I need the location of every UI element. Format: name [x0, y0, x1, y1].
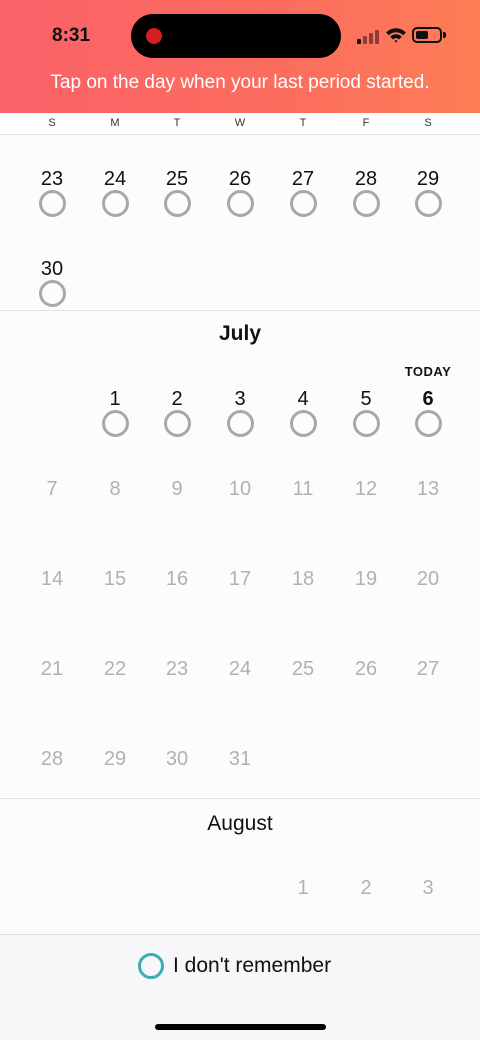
battery-icon	[412, 27, 442, 43]
month-divider	[0, 310, 480, 311]
battery-tip	[443, 32, 446, 38]
day-select-ring-icon[interactable]	[101, 410, 129, 437]
header-banner: 8:31 Tap on the day when your last perio…	[0, 0, 480, 113]
dynamic-island	[131, 14, 341, 58]
calendar-day: 2	[360, 877, 372, 899]
calendar-day[interactable]: 1	[90, 388, 140, 410]
day-select-ring-icon[interactable]	[163, 190, 191, 217]
month-divider	[0, 798, 480, 799]
calendar-day: 31	[228, 748, 252, 770]
today-label: TODAY	[404, 364, 452, 379]
calendar-day[interactable]: 28	[341, 168, 391, 190]
weekday-label: W	[234, 117, 246, 129]
cellular-signal-icon	[357, 28, 379, 44]
calendar-day: 28	[40, 748, 64, 770]
calendar-day: 12	[354, 478, 378, 500]
day-select-ring-icon[interactable]	[352, 190, 380, 217]
weekday-label: T	[173, 117, 181, 129]
calendar-day: 19	[354, 568, 378, 590]
calendar-day: 20	[416, 568, 440, 590]
status-time: 8:31	[52, 25, 91, 46]
calendar-day: 1	[297, 877, 309, 899]
calendar-day: 7	[46, 478, 58, 500]
calendar-day: 16	[165, 568, 189, 590]
recording-indicator-icon	[146, 28, 162, 44]
calendar-day[interactable]: 29	[403, 168, 453, 190]
calendar-day: 14	[40, 568, 64, 590]
calendar-day: 30	[165, 748, 189, 770]
calendar-day: 9	[171, 478, 183, 500]
calendar-day[interactable]: 25	[152, 168, 202, 190]
calendar-day: 17	[228, 568, 252, 590]
calendar-day-today[interactable]: 6	[403, 388, 453, 410]
wifi-icon	[386, 28, 406, 43]
instruction-text: Tap on the day when your last period sta…	[50, 72, 430, 93]
radio-ring-icon[interactable]	[138, 953, 164, 979]
calendar-day: 11	[292, 478, 314, 500]
calendar-day[interactable]: 3	[215, 388, 265, 410]
calendar-day: 15	[103, 568, 127, 590]
calendar-day: 23	[165, 658, 189, 680]
dont-remember-label: I don't remember	[173, 954, 332, 977]
calendar-day[interactable]: 27	[278, 168, 328, 190]
day-select-ring-icon[interactable]	[414, 190, 442, 217]
weekday-label: T	[299, 117, 307, 129]
calendar-day[interactable]: 5	[341, 388, 391, 410]
calendar-day[interactable]: 4	[278, 388, 328, 410]
calendar-day: 3	[422, 877, 434, 899]
calendar-day: 21	[40, 658, 64, 680]
calendar-day: 18	[291, 568, 315, 590]
day-select-ring-icon[interactable]	[414, 410, 442, 437]
calendar-day: 25	[291, 658, 315, 680]
day-select-ring-icon[interactable]	[352, 410, 380, 437]
calendar-day[interactable]: 30	[27, 258, 77, 280]
weekday-label: S	[48, 117, 56, 129]
day-select-ring-icon[interactable]	[163, 410, 191, 437]
month-title: August	[207, 812, 273, 835]
calendar-day: 24	[228, 658, 252, 680]
calendar-day: 10	[228, 478, 252, 500]
weekday-label: M	[110, 117, 120, 129]
calendar-day: 22	[103, 658, 127, 680]
weekday-label: S	[424, 117, 432, 129]
day-select-ring-icon[interactable]	[38, 280, 66, 307]
day-select-ring-icon[interactable]	[289, 410, 317, 437]
weekday-header: SMTWTFS	[0, 113, 480, 135]
home-indicator[interactable]	[155, 1024, 326, 1030]
day-select-ring-icon[interactable]	[226, 190, 254, 217]
day-select-ring-icon[interactable]	[289, 190, 317, 217]
calendar-day: 29	[103, 748, 127, 770]
calendar-day[interactable]: 24	[90, 168, 140, 190]
calendar-day: 27	[416, 658, 440, 680]
calendar-day[interactable]: 2	[152, 388, 202, 410]
calendar-day: 26	[354, 658, 378, 680]
calendar-day[interactable]: 23	[27, 168, 77, 190]
weekday-label: F	[362, 117, 370, 129]
day-select-ring-icon[interactable]	[38, 190, 66, 217]
day-select-ring-icon[interactable]	[101, 190, 129, 217]
month-title: July	[218, 322, 262, 345]
calendar-day: 8	[109, 478, 121, 500]
calendar-day: 13	[416, 478, 440, 500]
dont-remember-option[interactable]: I don't remember	[138, 951, 331, 981]
calendar-day[interactable]: 26	[215, 168, 265, 190]
day-select-ring-icon[interactable]	[226, 410, 254, 437]
